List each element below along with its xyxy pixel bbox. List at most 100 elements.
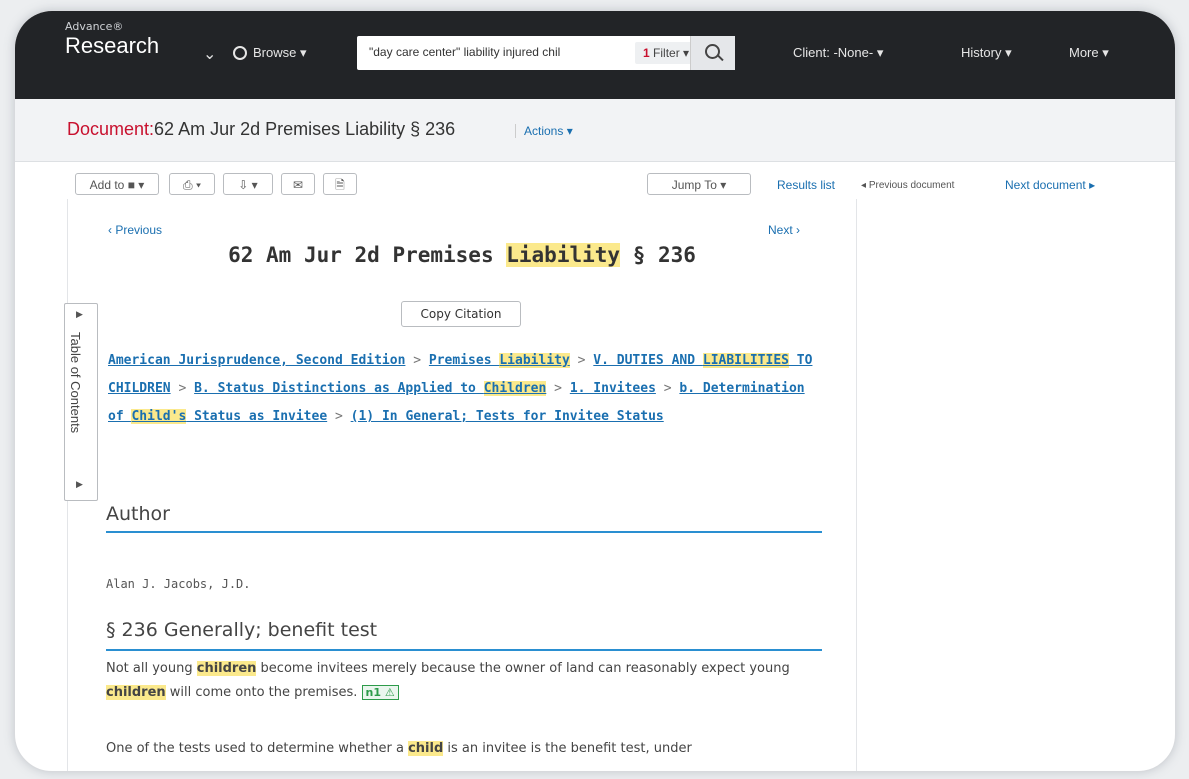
crumb-am-jur[interactable]: American Jurisprudence, Second Edition	[108, 353, 405, 368]
crumb-text: Status as Invitee	[186, 409, 328, 424]
para-text: will come onto the premises.	[165, 685, 358, 700]
crumb-highlight: Child's	[131, 409, 187, 424]
author-name: Alan J. Jacobs, J.D.	[106, 577, 251, 591]
para-text: is an invitee is the benefit test, under	[443, 741, 692, 756]
author-rule	[106, 531, 822, 533]
caret-right-icon: ▶	[76, 480, 83, 490]
actions-label: Actions	[524, 124, 564, 138]
search-input[interactable]: "day care center" liability injured chil	[369, 45, 634, 59]
jump-to-button[interactable]: Jump To ▾	[647, 173, 751, 195]
search-box: "day care center" liability injured chil…	[357, 36, 735, 70]
copy-citation-button[interactable]: Copy Citation	[401, 301, 521, 327]
client-menu[interactable]: Client: -None- ▾	[793, 45, 883, 61]
document-content: ‹ Previous Next › 62 Am Jur 2d Premises …	[64, 199, 857, 771]
section-rule	[106, 649, 822, 651]
next-document-label: Next document	[1005, 178, 1086, 192]
add-to-button[interactable]: Add to ■ ▾	[75, 173, 159, 195]
filter-label: Filter	[653, 46, 680, 60]
document-title-text: 62 Am Jur 2d Premises Liability § 236	[154, 119, 456, 139]
document-header: Document:62 Am Jur 2d Premises Liability…	[15, 99, 1175, 162]
actions-menu[interactable]: Actions ▾	[515, 124, 573, 138]
heading-highlight: Liability	[506, 243, 621, 267]
para-text: Not all young	[106, 661, 197, 676]
caret-down-icon: ▾	[1102, 45, 1109, 60]
brand-main: Research	[65, 33, 160, 58]
footnote-label: n1	[365, 686, 382, 699]
crumb-highlight: Children	[483, 381, 547, 396]
brand-super: Advance®	[65, 20, 124, 33]
download-button[interactable]: ⇩ ▾	[223, 173, 273, 195]
client-label: Client: -None-	[793, 45, 874, 60]
filter-count: 1	[643, 46, 650, 60]
top-nav-bar: Advance® Research ⌄ Browse ▾ "day care c…	[15, 11, 1175, 99]
jump-to-label: Jump To	[671, 178, 717, 192]
document-heading: 62 Am Jur 2d Premises Liability § 236	[68, 243, 856, 267]
caret-left-icon: ◂	[861, 180, 867, 191]
next-label: Next	[768, 223, 793, 237]
notes-button[interactable]: 🗎	[323, 173, 357, 195]
caret-down-icon: ▾	[720, 178, 727, 192]
crumb-highlight: LIABILITIES	[702, 353, 789, 368]
caret-right-icon: ▸	[1089, 178, 1096, 192]
term-highlight: children	[106, 685, 166, 700]
term-highlight: child	[408, 741, 444, 756]
previous-label: Previous	[115, 223, 163, 237]
download-icon: ⇩	[238, 178, 249, 192]
browse-menu[interactable]: Browse ▾	[233, 45, 307, 61]
document-icon: 🗎	[335, 178, 345, 192]
toc-label: Table of Contents	[68, 332, 83, 434]
crumb-premises-liability[interactable]: Premises Liability	[429, 353, 570, 368]
add-to-label: Add to	[89, 178, 125, 192]
envelope-icon: ✉	[292, 178, 304, 192]
previous-link[interactable]: ‹ Previous	[108, 223, 162, 237]
warning-icon: ⚠	[384, 686, 395, 699]
crumb-text: V. DUTIES AND	[593, 353, 703, 368]
more-label: More	[1069, 45, 1099, 60]
folder-icon: ■	[127, 178, 135, 192]
filter-button[interactable]: 1 Filter ▾	[635, 42, 698, 64]
globe-icon	[233, 46, 247, 60]
caret-right-icon: ▶	[76, 310, 83, 320]
crumb-invitees[interactable]: 1. Invitees	[570, 381, 656, 396]
search-icon	[705, 44, 720, 59]
printer-icon: ⎙	[183, 178, 193, 192]
search-button[interactable]	[690, 36, 735, 70]
footnote-link[interactable]: n1 ⚠	[361, 685, 399, 700]
author-heading: Author	[106, 503, 170, 525]
breadcrumb: American Jurisprudence, Second Edition >…	[108, 353, 813, 424]
results-list-link[interactable]: Results list	[777, 178, 835, 192]
history-menu[interactable]: History ▾	[961, 45, 1012, 61]
next-document-link[interactable]: Next document ▸	[1005, 178, 1095, 192]
document-label: Document:	[67, 119, 155, 139]
history-label: History	[961, 45, 1002, 60]
print-button[interactable]: ⎙ ▾	[169, 173, 215, 195]
crumb-in-general[interactable]: (1) In General; Tests for Invitee Status	[351, 409, 664, 424]
crumb-highlight: Liability	[499, 353, 570, 368]
table-of-contents-tab[interactable]: ▶ Table of Contents ▶	[64, 303, 98, 501]
caret-left-icon: ‹	[108, 223, 112, 237]
email-button[interactable]: ✉	[281, 173, 315, 195]
section-heading: § 236 Generally; benefit test	[106, 619, 378, 641]
crumb-text: Premises	[428, 353, 500, 368]
paragraph-2: One of the tests used to determine wheth…	[106, 737, 826, 761]
previous-document-link[interactable]: ◂ Previous document	[861, 180, 954, 191]
crumb-text: B. Status Distinctions as Applied to	[194, 381, 484, 396]
heading-text-2: § 236	[620, 243, 696, 267]
browse-label: Browse	[253, 45, 297, 60]
caret-down-icon: ▾	[876, 45, 884, 60]
paragraph-1: Not all young children become invitees m…	[106, 657, 826, 705]
caret-down-icon: ▾	[1005, 45, 1012, 60]
para-text: One of the tests used to determine wheth…	[106, 741, 409, 756]
caret-right-icon: ›	[796, 223, 801, 237]
caret-down-icon: ▾	[683, 46, 690, 60]
previous-document-label: Previous document	[868, 180, 955, 191]
crumb-status-distinctions[interactable]: B. Status Distinctions as Applied to Chi…	[194, 381, 547, 396]
more-menu[interactable]: More ▾	[1069, 45, 1109, 61]
document-title: Document:62 Am Jur 2d Premises Liability…	[67, 119, 455, 140]
chevron-down-icon[interactable]: ⌄	[203, 44, 216, 63]
para-text: become invitees merely because the owner…	[256, 661, 790, 676]
next-link[interactable]: Next ›	[768, 223, 800, 237]
term-highlight: children	[196, 661, 257, 676]
brand-logo[interactable]: Advance® Research	[65, 21, 159, 59]
caret-down-icon: ▾	[138, 178, 145, 192]
